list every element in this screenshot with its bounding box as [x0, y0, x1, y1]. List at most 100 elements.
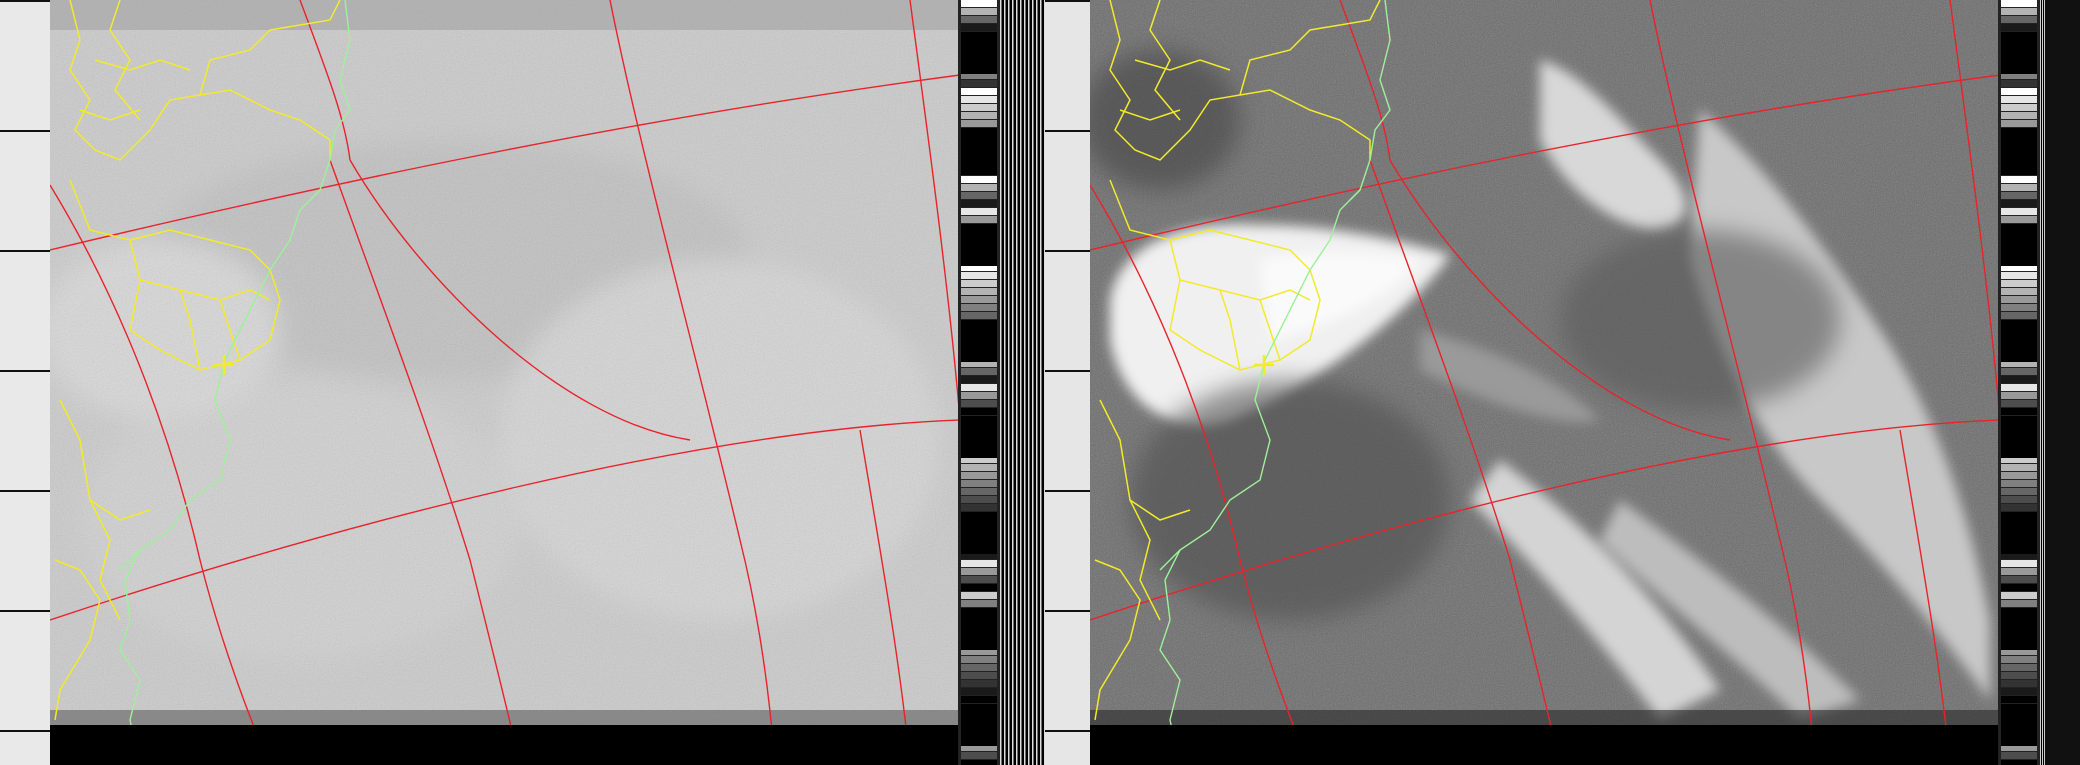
telemetry-wedge	[961, 200, 997, 207]
telemetry-wedge	[2001, 216, 2037, 223]
telemetry-wedge	[2001, 312, 2037, 319]
telemetry-wedge	[2001, 664, 2037, 671]
telemetry-wedge	[961, 408, 997, 415]
left-margin-strip	[0, 0, 50, 765]
telemetry-wedge	[961, 680, 997, 687]
telemetry-wedge	[2001, 688, 2037, 695]
telemetry-wedge	[2001, 272, 2037, 279]
telemetry-wedge	[2001, 696, 2037, 703]
telemetry-wedge	[2001, 472, 2037, 479]
telemetry-wedge	[2001, 504, 2037, 511]
telemetry-wedge	[2001, 304, 2037, 311]
minute-tick	[1045, 370, 1090, 372]
minute-tick	[1045, 250, 1090, 252]
telemetry-wedge	[2001, 200, 2037, 207]
telemetry-wedge	[2001, 16, 2037, 23]
minute-tick	[0, 250, 50, 252]
minute-tick	[0, 130, 50, 132]
telemetry-wedge	[961, 304, 997, 311]
minute-tick	[1045, 130, 1090, 132]
telemetry-wedge	[2001, 120, 2037, 127]
channel-a-image	[50, 0, 958, 725]
telemetry-wedge	[2001, 752, 2037, 759]
channel-b-image	[1090, 0, 1998, 725]
telemetry-wedge	[961, 96, 997, 103]
telemetry-wedge	[2001, 584, 2037, 591]
telemetry-wedge	[961, 568, 997, 575]
telemetry-wedge	[961, 656, 997, 663]
telemetry-wedge	[961, 112, 997, 119]
telemetry-wedge	[961, 664, 997, 671]
telemetry-block	[2001, 512, 2037, 554]
telemetry-wedge	[2001, 184, 2037, 191]
telemetry-wedge	[2001, 576, 2037, 583]
telemetry-wedge	[2001, 560, 2037, 567]
telemetry-block	[961, 416, 997, 458]
telemetry-wedge	[961, 368, 997, 375]
telemetry-wedge	[961, 0, 997, 7]
telemetry-wedge	[961, 600, 997, 607]
telemetry-block	[2001, 128, 2037, 170]
minute-tick	[1045, 610, 1090, 612]
telemetry-wedge	[2001, 104, 2037, 111]
telemetry-block	[961, 224, 997, 266]
telemetry-wedge	[961, 752, 997, 759]
telemetry-wedge	[961, 288, 997, 295]
minute-tick	[0, 730, 50, 732]
telemetry-wedge	[2001, 464, 2037, 471]
telemetry-wedge	[961, 192, 997, 199]
telemetry-wedge	[2001, 208, 2037, 215]
telemetry-wedge	[2001, 760, 2037, 765]
telemetry-wedge	[2001, 384, 2037, 391]
telemetry-wedge	[2001, 400, 2037, 407]
telemetry-wedge	[2001, 656, 2037, 663]
minute-tick	[0, 490, 50, 492]
telemetry-wedge	[961, 280, 997, 287]
telemetry-wedge	[961, 120, 997, 127]
telemetry-wedge	[2001, 600, 2037, 607]
telemetry-block	[2001, 32, 2037, 74]
telemetry-wedge	[2001, 288, 2037, 295]
telemetry-wedge	[2001, 672, 2037, 679]
telemetry-wedge	[961, 560, 997, 567]
channel-b-space-strip	[1045, 0, 1090, 765]
minute-tick	[0, 0, 50, 2]
telemetry-block	[2001, 608, 2037, 650]
sync-a-pattern	[2045, 0, 2080, 765]
telemetry-block	[2001, 416, 2037, 458]
telemetry-wedge	[961, 296, 997, 303]
telemetry-block	[2001, 224, 2037, 266]
telemetry-wedge	[961, 504, 997, 511]
telemetry-block	[961, 128, 997, 170]
telemetry-wedge	[961, 80, 997, 87]
telemetry-block	[961, 704, 997, 746]
telemetry-wedge	[961, 8, 997, 15]
telemetry-wedge	[961, 272, 997, 279]
telemetry-wedge	[2001, 8, 2037, 15]
telemetry-wedge	[2001, 96, 2037, 103]
telemetry-wedge	[2001, 192, 2037, 199]
telemetry-wedge	[2001, 280, 2037, 287]
satellite-image	[0, 0, 2080, 765]
telemetry-wedge	[961, 464, 997, 471]
telemetry-block	[2001, 320, 2037, 362]
telemetry-wedge	[961, 176, 997, 183]
telemetry-wedge	[961, 24, 997, 31]
telemetry-wedge	[961, 216, 997, 223]
sync-b-pattern	[1000, 0, 1045, 765]
telemetry-wedge	[2001, 88, 2037, 95]
telemetry-wedge	[961, 576, 997, 583]
telemetry-wedge	[961, 376, 997, 383]
telemetry-wedge	[961, 688, 997, 695]
telemetry-wedge	[2001, 680, 2037, 687]
telemetry-wedge	[2001, 176, 2037, 183]
telemetry-wedge	[961, 592, 997, 599]
telemetry-wedge	[961, 496, 997, 503]
telemetry-block	[961, 32, 997, 74]
minute-tick	[1045, 490, 1090, 492]
telemetry-wedge	[2001, 392, 2037, 399]
telemetry-wedge	[2001, 568, 2037, 575]
telemetry-wedge	[961, 16, 997, 23]
telemetry-wedge	[2001, 80, 2037, 87]
telemetry-wedge	[2001, 408, 2037, 415]
